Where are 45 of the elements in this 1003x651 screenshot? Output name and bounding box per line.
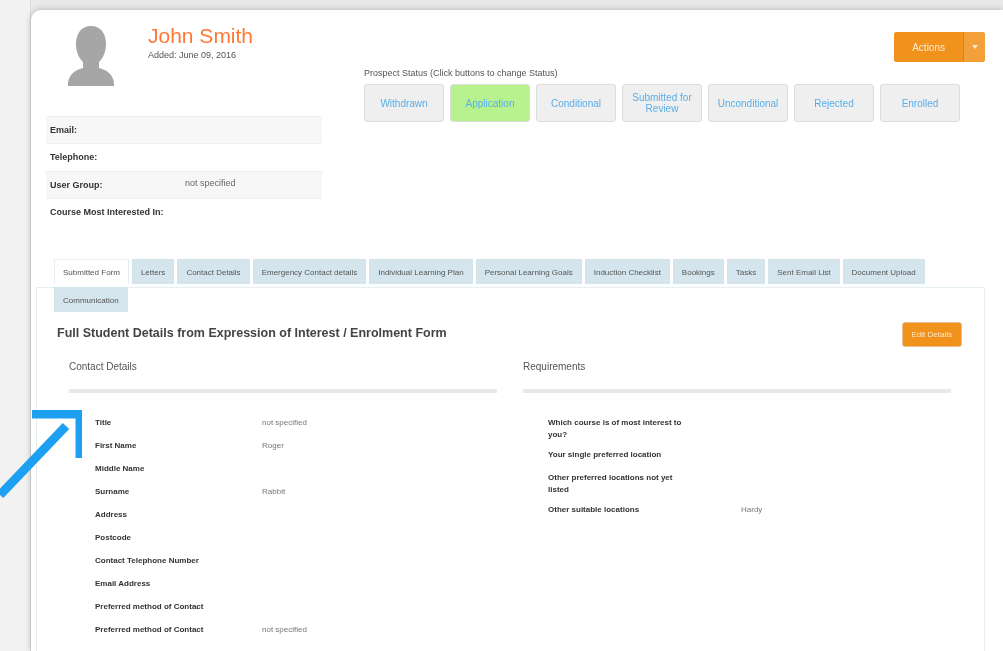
field-value: Hardy — [741, 503, 763, 516]
profile-name: John Smith — [148, 24, 254, 48]
tab[interactable]: Document Upload — [842, 259, 925, 284]
caret-icon — [971, 45, 978, 49]
tab[interactable]: Bookings — [672, 259, 724, 284]
field-label: Preferred method of Contact — [95, 624, 205, 636]
status-label: Prospect Status (Click buttons to change Status) — [364, 68, 559, 78]
tab[interactable]: Contact Details — [177, 259, 250, 284]
tab[interactable]: Submitted Form — [54, 259, 129, 284]
added-date: Added: June 09, 2016 — [148, 50, 238, 60]
tab[interactable]: Communication — [54, 287, 128, 312]
tab[interactable]: Individual Learning Plan — [369, 259, 473, 284]
field-value: not specified — [262, 417, 307, 429]
field-label: Preferred method of Contact — [95, 601, 205, 613]
field-label: Which course is of most interest to you? — [548, 417, 683, 442]
field-label: Contact Telephone Number — [95, 555, 200, 567]
section-title: Requirements — [523, 361, 951, 393]
field-label: Title — [95, 417, 113, 429]
form-title: Full Student Details from Expression of Interest / Enrolment Form — [57, 326, 447, 340]
field-value: Roger — [262, 440, 284, 452]
info-label: Email: — [50, 124, 78, 137]
field-value: not specified — [262, 624, 307, 636]
tab[interactable]: Tasks — [726, 259, 766, 284]
info-label: Course Most Interested In: — [50, 206, 165, 220]
field-label: Middle Name — [95, 463, 146, 475]
field-value: Rabbit — [262, 486, 286, 498]
info-label: User Group: — [50, 178, 104, 192]
field-label: Address — [95, 509, 128, 521]
tab[interactable]: Personal Learning Goals — [475, 259, 582, 284]
field-label: Email Address — [95, 578, 152, 590]
field-label: Surname — [95, 486, 131, 498]
info-value: not specified — [185, 177, 236, 190]
tab[interactable]: Induction Checklist — [584, 259, 670, 284]
tab[interactable]: Sent Email List — [768, 259, 840, 284]
section-title: Contact Details — [69, 361, 497, 393]
field-label: First Name — [95, 440, 138, 452]
dropdown-button[interactable] — [963, 32, 985, 62]
avatar-icon — [68, 24, 114, 88]
tab[interactable]: Letters — [131, 259, 175, 284]
field-label: Other preferred locations not yet listed — [548, 471, 674, 497]
tab[interactable]: Emergency Contact details — [252, 259, 367, 284]
field-label: Other suitable locations — [548, 503, 641, 516]
info-label: Telephone: — [50, 151, 99, 165]
field-label: Your single preferred location — [548, 448, 663, 461]
field-label: Postcode — [95, 532, 132, 544]
